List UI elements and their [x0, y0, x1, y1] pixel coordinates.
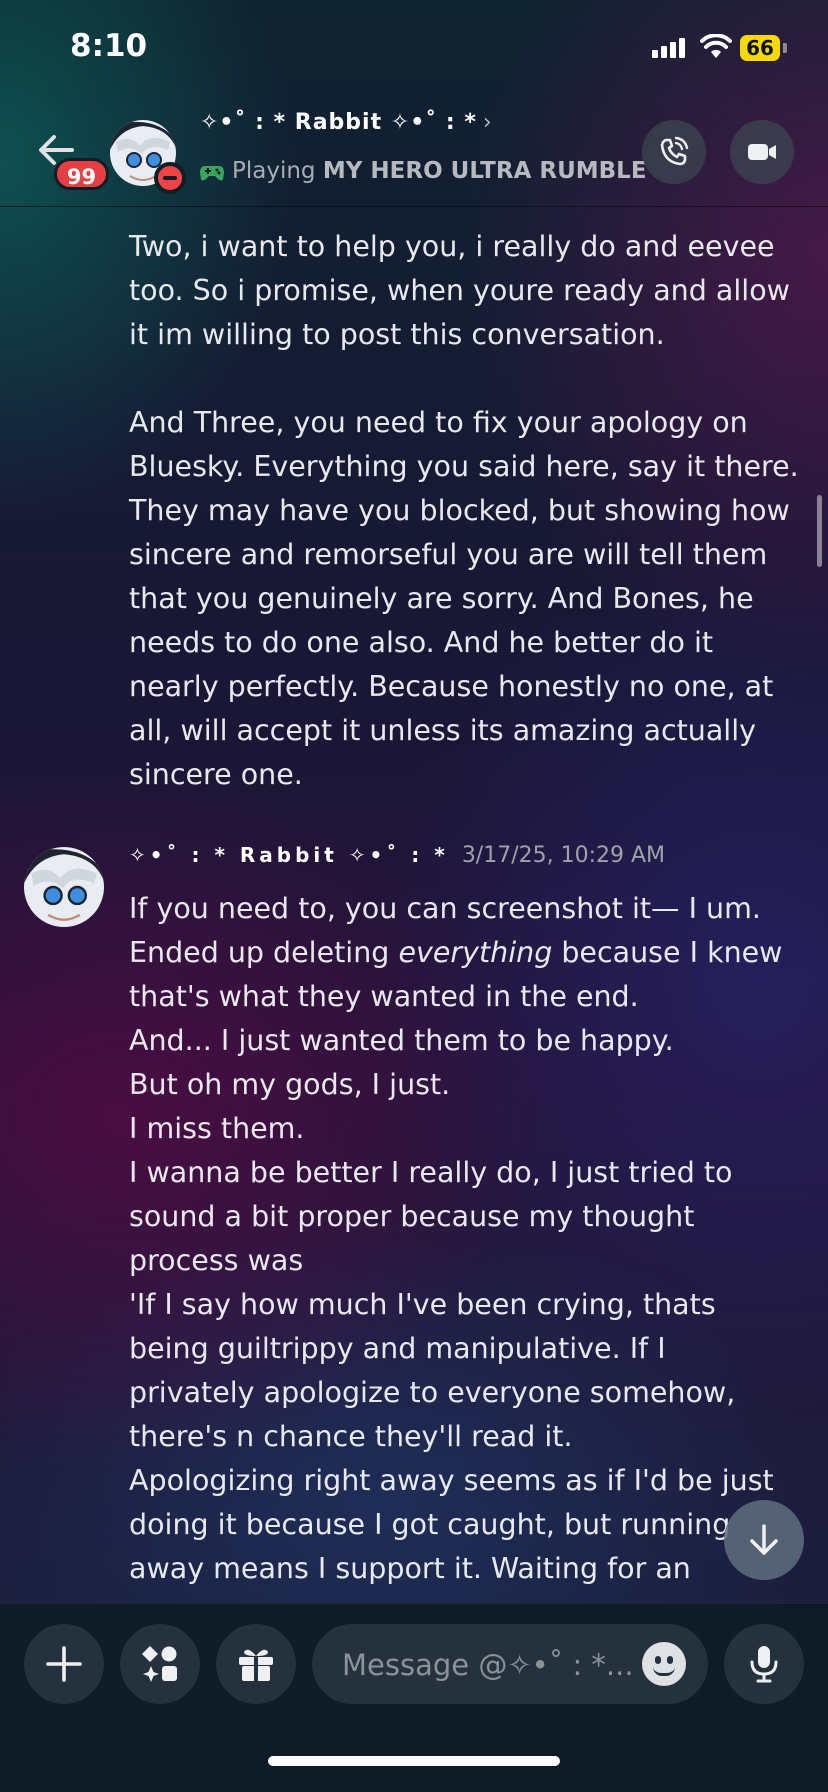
emphasized-text: everything	[398, 936, 553, 969]
emoji-icon[interactable]	[642, 1642, 686, 1686]
do-not-disturb-status	[154, 162, 186, 194]
message-line: If you need to, you can screenshot it— I…	[129, 892, 761, 925]
message-line: Apologizing right away seems as if I'd b…	[129, 1464, 774, 1585]
phone-call-icon	[660, 136, 689, 166]
message-paragraph: And Three, you need to fix your apology …	[129, 406, 799, 791]
previous-message-content: Two, i want to help you, i really do and…	[129, 225, 799, 797]
video-call-button[interactable]	[730, 120, 794, 184]
cellular-signal-icon	[652, 38, 685, 58]
status-time: 8:10	[70, 28, 148, 64]
message-author[interactable]: ✧•˚ : * Rabbit ✧•˚ : *	[129, 843, 449, 867]
unread-badge: 99	[54, 158, 109, 190]
activity-game: MY HERO ULTRA RUMBLE	[322, 158, 647, 184]
message-composer	[0, 1603, 828, 1792]
message-header: ✧•˚ : * Rabbit ✧•˚ : * 3/17/25, 10:29 AM	[129, 843, 665, 868]
battery-level: 66	[740, 35, 780, 61]
message-input-container	[312, 1624, 708, 1706]
home-indicator[interactable]	[268, 1756, 560, 1766]
plus-icon	[46, 1646, 82, 1682]
activity-status: Playing MY HERO ULTRA RUMBLE	[200, 158, 647, 184]
attach-button[interactable]	[24, 1624, 104, 1704]
message-line: Ended up deleting everything because I k…	[129, 931, 799, 1019]
gift-button[interactable]	[216, 1624, 296, 1704]
message-line: But oh my gods, I just.	[129, 1068, 451, 1101]
message-line: I wanna be better I really do, I just tr…	[129, 1156, 733, 1277]
battery-tip	[783, 43, 787, 53]
dm-header: 99 ✧•˚ : * Rabbit ✧•˚ : * › Playing MY HE…	[0, 96, 828, 206]
microphone-icon	[750, 1646, 778, 1683]
message-line: I miss them.	[129, 1112, 305, 1145]
gift-icon	[239, 1649, 273, 1681]
chevron-right-icon: ›	[482, 110, 493, 135]
apps-icon	[142, 1646, 177, 1682]
video-camera-icon	[748, 144, 776, 160]
message-input[interactable]	[340, 1624, 644, 1706]
message-line: 'If I say how much I've been crying, tha…	[129, 1288, 736, 1453]
header-divider	[0, 206, 828, 207]
message-list[interactable]: Two, i want to help you, i really do and…	[0, 207, 828, 1604]
voice-message-button[interactable]	[724, 1624, 804, 1704]
wifi-icon	[700, 34, 732, 58]
status-bar: 8:10 66	[0, 0, 828, 96]
apps-button[interactable]	[120, 1624, 200, 1704]
page-title[interactable]: ✧•˚ : * Rabbit ✧•˚ : * ›	[200, 110, 493, 135]
message-paragraph: Two, i want to help you, i really do and…	[129, 230, 790, 351]
jump-to-present-button[interactable]	[724, 1500, 804, 1580]
message-line: And... I just wanted them to be happy.	[129, 1024, 674, 1057]
controller-icon	[200, 166, 224, 181]
avatar[interactable]	[24, 847, 104, 927]
dm-display-name: ✧•˚ : * Rabbit ✧•˚ : *	[200, 110, 477, 135]
activity-prefix: Playing	[232, 158, 316, 184]
message-timestamp: 3/17/25, 10:29 AM	[461, 843, 666, 868]
message-content: If you need to, you can screenshot it— I…	[129, 887, 799, 1591]
voice-call-button[interactable]	[642, 120, 706, 184]
scrollbar[interactable]	[817, 495, 822, 567]
arrow-down-icon	[750, 1524, 778, 1555]
message-text: Ended up deleting	[129, 936, 399, 969]
